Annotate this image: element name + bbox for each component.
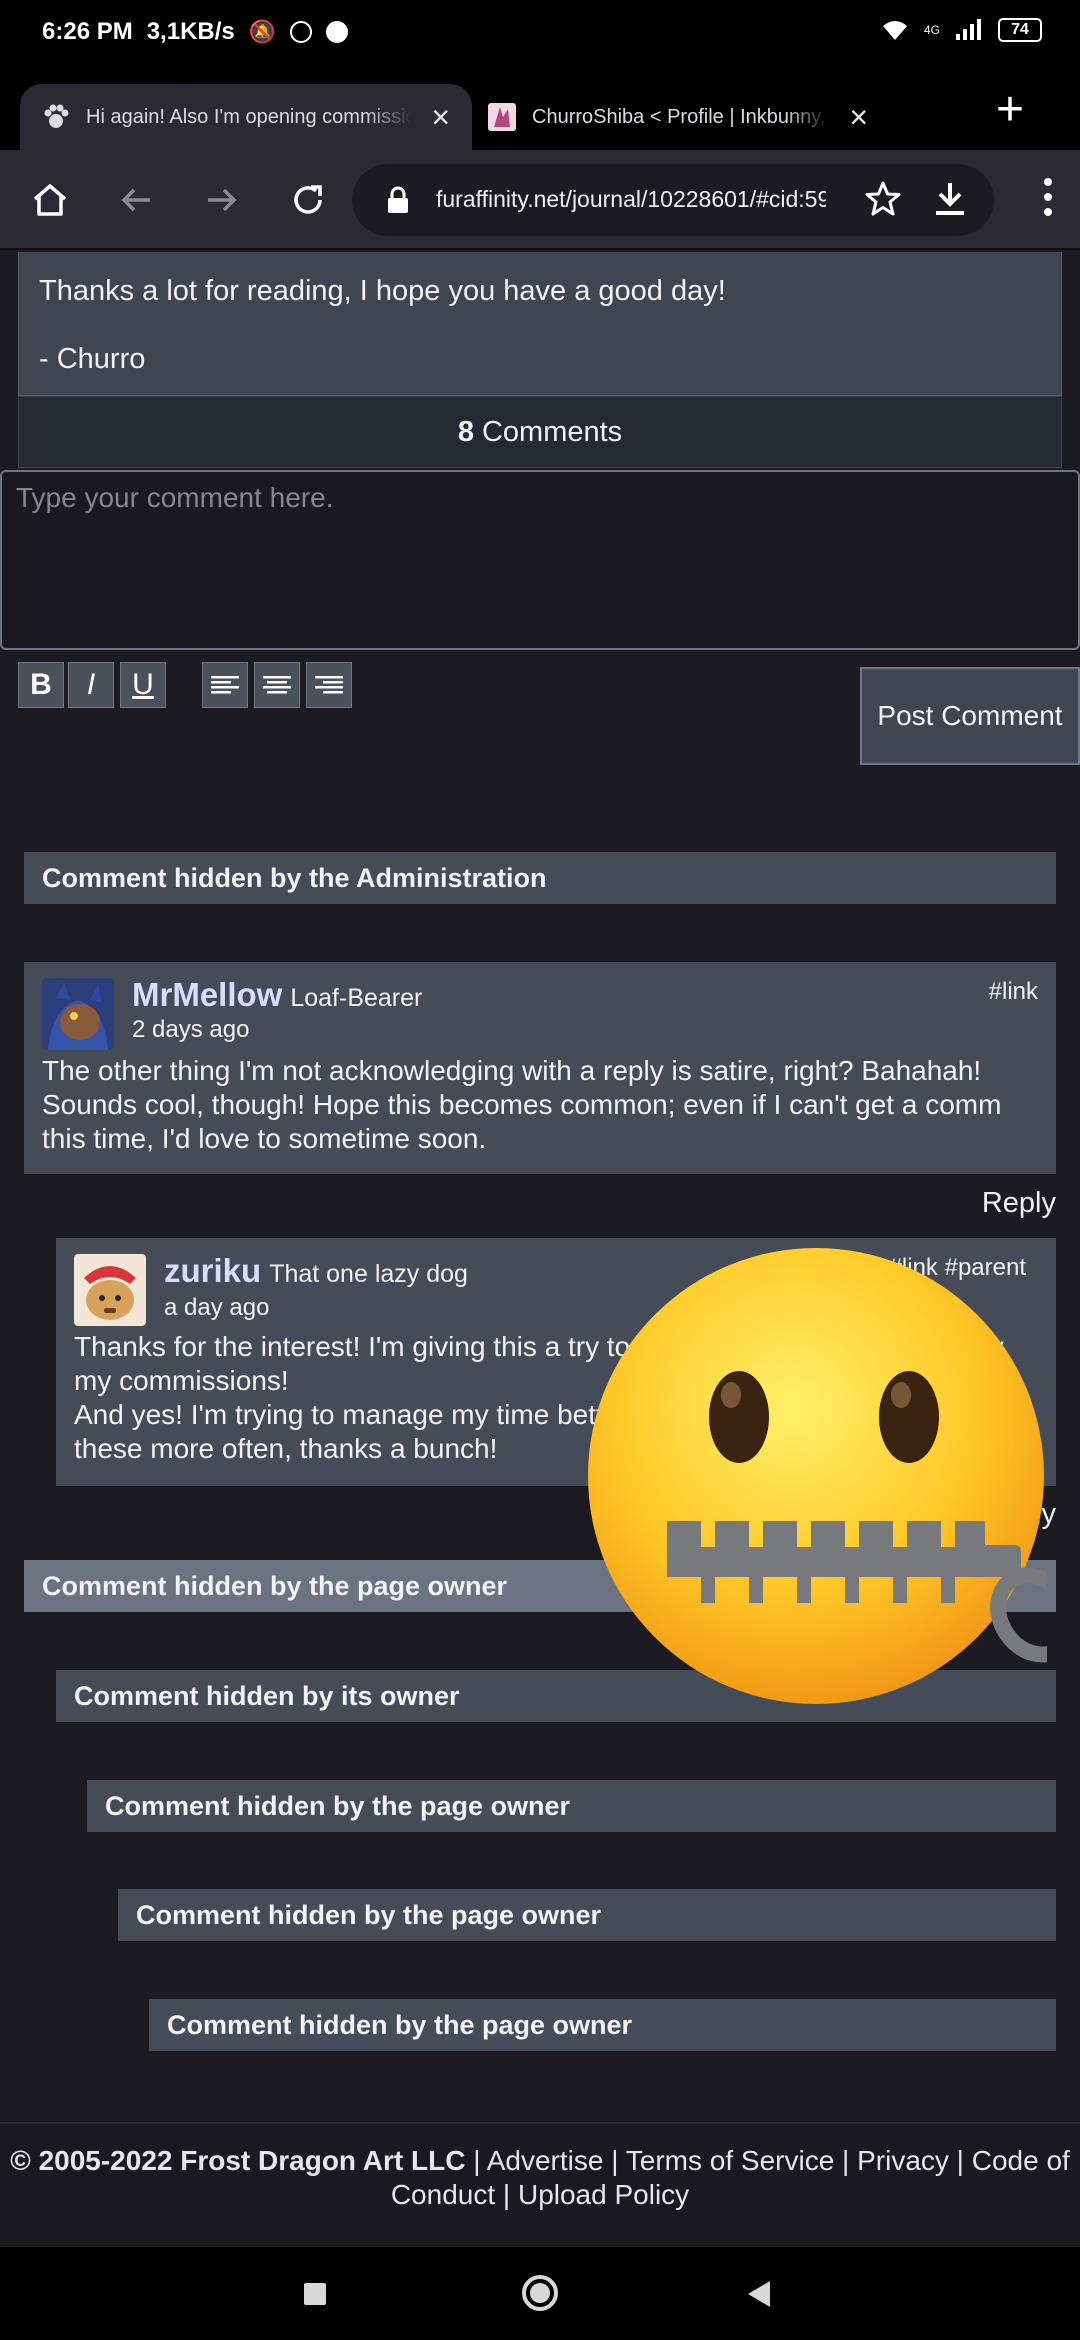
url-bar[interactable]: furaffinity.net/journal/10228601/#cid:59 bbox=[352, 164, 994, 236]
hidden-comment-page-owner: Comment hidden by the page owner bbox=[149, 1999, 1056, 2051]
reload-icon[interactable] bbox=[284, 176, 332, 224]
underline-button[interactable]: U bbox=[120, 662, 166, 708]
comment-date: a day ago bbox=[164, 1294, 270, 1321]
tab-title: ChurroShiba < Profile | Inkbunny, the Fu… bbox=[532, 105, 830, 128]
lock-icon[interactable] bbox=[386, 186, 410, 219]
comment-body: The other thing I'm not acknowledging wi… bbox=[42, 1055, 1002, 1154]
tab-inkbunny[interactable]: ChurroShiba < Profile | Inkbunny, the Fu… bbox=[466, 84, 890, 150]
overflow-menu-icon[interactable] bbox=[1044, 178, 1054, 216]
comment-count-number: 8 bbox=[457, 415, 474, 448]
avatar[interactable] bbox=[42, 978, 114, 1050]
comment-count-bar: 8 Comments bbox=[18, 396, 1062, 468]
wifi-icon bbox=[882, 21, 907, 40]
signal-icon bbox=[956, 19, 981, 40]
comment-textarea[interactable] bbox=[16, 482, 1064, 638]
avatar[interactable] bbox=[74, 1254, 146, 1326]
recents-button[interactable] bbox=[304, 2283, 326, 2305]
android-nav-bar bbox=[0, 2247, 1080, 2340]
hidden-comment-page-owner: Comment hidden by the page owner bbox=[118, 1889, 1056, 1941]
url-text[interactable]: furaffinity.net/journal/10228601/#cid:59 bbox=[436, 186, 826, 213]
footer-privacy-link[interactable]: Privacy bbox=[857, 2145, 949, 2176]
download-icon[interactable] bbox=[932, 180, 968, 223]
comment-date: 2 days ago bbox=[132, 1016, 250, 1043]
post-comment-button[interactable]: Post Comment bbox=[860, 667, 1080, 765]
zipper-mouth-face-icon bbox=[588, 1248, 1047, 1704]
user-title: Loaf-Bearer bbox=[290, 984, 423, 1012]
comment-input-box[interactable] bbox=[0, 470, 1080, 650]
user-title: That one lazy dog bbox=[269, 1260, 468, 1288]
vpn-icon bbox=[290, 21, 313, 43]
footer-upload-policy-link[interactable]: Upload Policy bbox=[518, 2179, 689, 2210]
tab-journal[interactable]: Hi again! Also I'm opening commissions × bbox=[20, 84, 472, 150]
alert-icon bbox=[326, 21, 349, 43]
close-tab-icon[interactable]: × bbox=[840, 101, 868, 133]
bold-button[interactable]: B bbox=[18, 662, 64, 708]
back-button[interactable] bbox=[748, 2281, 770, 2307]
home-button[interactable] bbox=[522, 2275, 558, 2311]
reply-button[interactable]: Reply bbox=[982, 1187, 1056, 1220]
comment-username[interactable]: MrMellow Loaf-Bearer bbox=[132, 976, 422, 1014]
network-label: 4G bbox=[923, 23, 940, 37]
status-right: 4G 74 bbox=[880, 18, 1042, 42]
comment-mrmellow: MrMellow Loaf-Bearer 2 days ago #link The… bbox=[24, 962, 1056, 1174]
journal-closing-line: Thanks a lot for reading, I hope you hav… bbox=[39, 275, 726, 307]
bookmark-star-icon[interactable] bbox=[864, 180, 902, 223]
comment-username[interactable]: zuriku That one lazy dog bbox=[164, 1252, 468, 1290]
status-time: 6:26 PM bbox=[42, 18, 133, 45]
paw-icon bbox=[42, 103, 70, 131]
status-bar: 6:26 PM 3,1KB/s 🔕 4G 74 bbox=[0, 0, 1080, 68]
italic-button[interactable]: I bbox=[68, 662, 114, 708]
home-icon[interactable] bbox=[26, 176, 74, 224]
close-tab-icon[interactable]: × bbox=[422, 101, 450, 133]
inkbunny-favicon bbox=[488, 103, 516, 131]
align-left-icon[interactable] bbox=[202, 662, 248, 708]
footer-advertise-link[interactable]: Advertise bbox=[487, 2145, 604, 2176]
hidden-comment-page-owner: Comment hidden by the page owner bbox=[87, 1780, 1056, 1832]
tab-strip: Hi again! Also I'm opening commissions ×… bbox=[0, 68, 1080, 150]
align-center-icon[interactable] bbox=[254, 662, 300, 708]
journal-body: Thanks a lot for reading, I hope you hav… bbox=[18, 252, 1062, 396]
hidden-comment-admin: Comment hidden by the Administration bbox=[24, 852, 1056, 904]
status-left: 6:26 PM 3,1KB/s 🔕 bbox=[42, 18, 349, 46]
username-text[interactable]: zuriku bbox=[164, 1252, 261, 1289]
username-text[interactable]: MrMellow bbox=[132, 976, 282, 1013]
new-tab-button[interactable]: + bbox=[996, 86, 1024, 134]
footer-copyright: © 2005-2022 Frost Dragon Art LLC bbox=[10, 2145, 466, 2176]
battery-icon: 74 bbox=[998, 18, 1042, 42]
browser-toolbar: furaffinity.net/journal/10228601/#cid:59 bbox=[0, 150, 1080, 250]
mute-icon: 🔕 bbox=[248, 19, 277, 44]
status-speed: 3,1KB/s bbox=[146, 18, 235, 45]
journal-signature: - Churro bbox=[39, 343, 146, 375]
footer-terms-link[interactable]: Terms of Service bbox=[626, 2145, 835, 2176]
forward-arrow-icon[interactable] bbox=[198, 176, 246, 224]
tab-title: Hi again! Also I'm opening commissions bbox=[86, 105, 412, 128]
back-arrow-icon[interactable] bbox=[112, 176, 160, 224]
site-footer: © 2005-2022 Frost Dragon Art LLC | Adver… bbox=[0, 2122, 1080, 2247]
align-right-icon[interactable] bbox=[306, 662, 352, 708]
comment-count-label: Comments bbox=[481, 415, 623, 448]
comment-link[interactable]: #link bbox=[989, 978, 1038, 1006]
